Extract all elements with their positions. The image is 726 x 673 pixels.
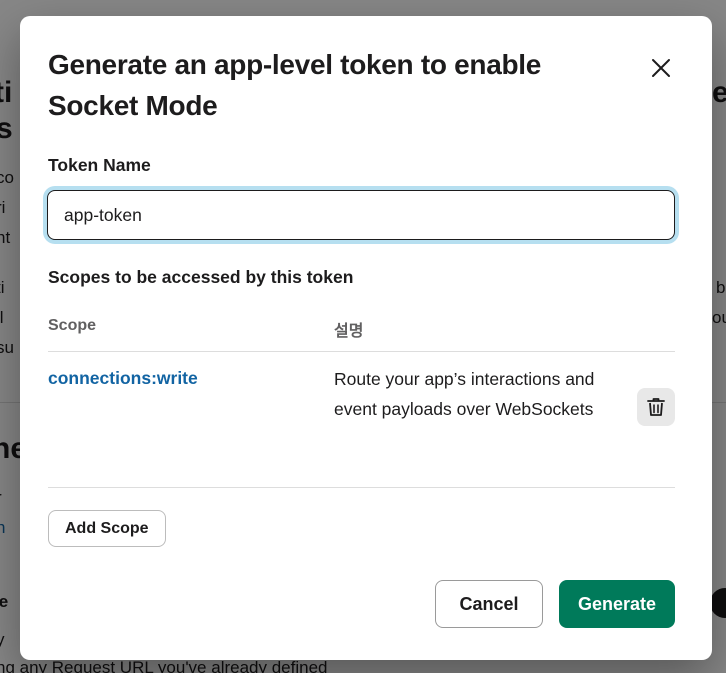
close-icon [652,59,670,77]
description-column-header: 설명 [334,323,364,340]
cancel-button[interactable]: Cancel [435,580,543,628]
scope-link-connections-write[interactable]: connections:write [48,368,198,389]
close-button[interactable] [641,48,681,88]
table-row-divider [48,487,675,488]
generate-token-modal: Generate an app-level token to enable So… [20,16,712,660]
delete-scope-button[interactable] [637,388,675,426]
scope-description: Route your app’s interactions and event … [334,369,595,419]
token-name-label: Token Name [48,155,151,175]
scopes-section-label: Scopes to be accessed by this token [48,267,354,287]
modal-title: Generate an app-level token to enable So… [48,49,542,121]
scope-column-header: Scope [48,317,97,334]
token-name-input[interactable] [47,190,675,240]
trash-icon [647,398,665,416]
table-header-divider [48,351,675,352]
add-scope-button[interactable]: Add Scope [48,510,166,547]
generate-button[interactable]: Generate [559,580,675,628]
